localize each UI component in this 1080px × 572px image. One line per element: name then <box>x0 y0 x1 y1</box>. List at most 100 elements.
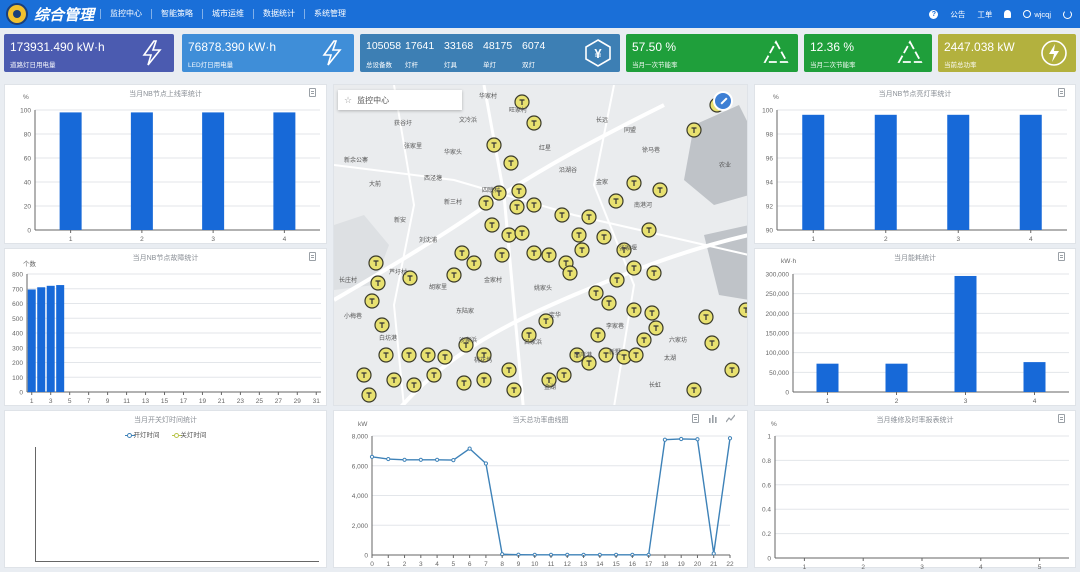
legend-item-off[interactable]: 关灯时间 <box>171 429 206 439</box>
app-logo <box>6 3 28 25</box>
x-tick-label: 27 <box>275 398 283 405</box>
power-bolt-icon <box>1041 40 1067 66</box>
legend-item-on[interactable]: 开灯时间 <box>124 429 160 439</box>
place-label: 徐马巷 <box>642 148 661 154</box>
lamp-marker-icon[interactable] <box>738 302 748 318</box>
x-tick-label: 2 <box>895 398 899 405</box>
y-tick-label: 94 <box>766 180 774 187</box>
bar <box>37 287 46 392</box>
x-tick-label: 9 <box>106 398 110 405</box>
bar <box>1019 114 1042 230</box>
x-tick-label: 1 <box>386 561 390 568</box>
y-tick-label: 0.6 <box>762 482 771 489</box>
bar <box>954 275 977 392</box>
y-tick-label: 300 <box>12 345 23 352</box>
map-search-box[interactable]: ☆ 监控中心 <box>338 90 462 110</box>
x-tick-label: 4 <box>1029 236 1033 243</box>
y-tick-label: 60 <box>24 156 32 163</box>
bar <box>27 289 36 392</box>
bar <box>273 112 296 230</box>
card-label: 当前总功率 <box>944 62 977 69</box>
bar <box>816 363 839 392</box>
nav-monitor[interactable]: 监控中心 <box>100 9 151 19</box>
water-body <box>684 105 747 205</box>
y-tick-label: 600 <box>12 301 23 308</box>
map-view[interactable]: 华家村 旺家村 获谷圩 文冷浜 张家里 新余公寨 华家头 红星 长远 同盟 徐马巷 沿湖谷 大前 西泾塘金… <box>333 84 748 406</box>
y-tick-label: 0 <box>785 390 789 397</box>
place-label: 白坊港 <box>379 336 398 342</box>
place-label: 金家 <box>596 180 609 186</box>
nav-maintenance[interactable]: 城市运维 <box>202 9 253 19</box>
map-edit-button[interactable] <box>713 91 733 111</box>
nav-statistics[interactable]: 数据统计 <box>253 9 304 19</box>
place-label: 李家巷 <box>606 324 625 330</box>
x-tick-label: 1 <box>811 236 815 243</box>
place-label: 吕家浜 <box>524 340 543 346</box>
x-tick-label: 1 <box>30 398 34 405</box>
x-tick-label: 5 <box>68 398 72 405</box>
data-point <box>679 436 684 442</box>
bar <box>885 363 908 392</box>
nav-system[interactable]: 系统管理 <box>304 9 355 19</box>
device-poles: 17641 灯杆 <box>405 40 438 69</box>
y-tick-label: 200,000 <box>766 311 790 318</box>
user-menu[interactable]: wjcqj <box>1023 10 1051 19</box>
x-tick-label: 7 <box>484 561 488 568</box>
x-tick-label: 11 <box>123 398 130 405</box>
device-poles-value: 17641 <box>405 40 435 52</box>
bell-button[interactable] <box>1004 10 1012 18</box>
bell-icon <box>1004 10 1012 18</box>
place-label: 南港河 <box>634 203 653 209</box>
place-label: 胡家里 <box>429 285 448 291</box>
bright-rate-chart: 90 92 94 96 98 100 1 2 3 4 <box>762 108 1067 243</box>
y-tick-label: 300,000 <box>766 272 790 279</box>
workorder-button[interactable]: 工单 <box>977 9 992 20</box>
repair-rate-chart: 0 0.2 0.4 0.6 0.8 1 1 2 3 4 5 <box>762 434 1069 569</box>
data-point <box>727 436 733 441</box>
x-tick-label: 18 <box>661 561 669 568</box>
y-tick-label: 100 <box>20 108 31 115</box>
x-tick-label: 1 <box>69 236 73 243</box>
x-tick-label: 11 <box>548 561 555 568</box>
panel-fault: 当月NB节点故障统计 个数 0 100 200 300 400 500 600 700 800 1… <box>4 248 327 406</box>
y-tick-label: 700 <box>12 286 23 293</box>
map-canvas <box>334 85 748 405</box>
x-tick-label: 22 <box>726 561 734 568</box>
place-label: 同盟 <box>624 128 637 134</box>
place-label: 沿湖谷 <box>559 168 578 174</box>
yuan-icon: ¥ <box>585 39 611 67</box>
card-value: 57.50 % <box>632 40 677 54</box>
card-value: 2447.038 kW <box>944 40 1015 54</box>
device-double-label: 双灯 <box>522 62 535 69</box>
y-tick-label: 98 <box>766 132 774 139</box>
place-label: 农业 <box>719 163 732 169</box>
energy-chart: 0 50,000 100,000 150,000 200,000 250,000 300,0… <box>766 272 1069 405</box>
device-lamps-value: 33168 <box>444 40 474 52</box>
card-label: LED灯日用电量 <box>188 62 234 69</box>
x-tick-label: 2 <box>140 236 144 243</box>
bar <box>46 285 55 392</box>
map-search-label: 监控中心 <box>357 95 390 105</box>
nav-strategy[interactable]: 智能策略 <box>151 9 202 19</box>
y-axis-line <box>35 447 36 561</box>
data-point <box>386 456 391 462</box>
place-label: 新安 <box>394 218 407 224</box>
notice-button[interactable]: 公告 <box>950 9 965 20</box>
device-single-label: 单灯 <box>483 62 496 69</box>
help-icon: ? <box>929 9 939 19</box>
bar <box>56 285 65 392</box>
place-label: 金湖 <box>544 385 557 391</box>
y-tick-label: 0 <box>19 390 23 397</box>
place-label: 文冷浜 <box>459 118 478 124</box>
x-tick-label: 2 <box>884 236 888 243</box>
legend: 开灯时间 关灯时间 <box>5 429 326 439</box>
x-tick-label: 25 <box>256 398 264 405</box>
help-button[interactable]: ? <box>929 9 939 19</box>
logout-button[interactable] <box>1063 9 1072 19</box>
x-tick-label: 4 <box>1033 398 1037 405</box>
place-label: 姚家头 <box>534 286 553 292</box>
device-lamps: 33168 灯具 <box>444 40 477 69</box>
place-label: 四联村 <box>482 188 501 194</box>
device-single: 48175 单灯 <box>483 40 516 69</box>
x-tick-label: 3 <box>920 564 924 569</box>
